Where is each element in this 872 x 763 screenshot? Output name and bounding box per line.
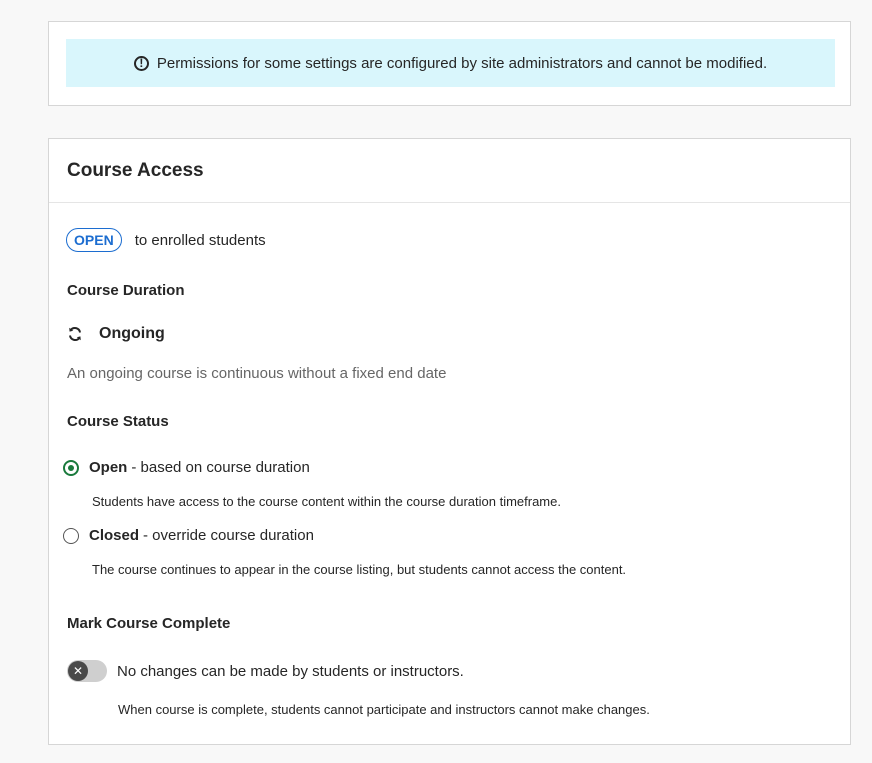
mark-complete-help: When course is complete, students cannot… — [118, 702, 650, 717]
card-header: Course Access — [49, 139, 850, 203]
status-suffix: to enrolled students — [134, 231, 266, 249]
radio-closed[interactable] — [63, 527, 79, 544]
access-status-row: OPEN to enrolled students — [66, 228, 266, 252]
duration-description: An ongoing course is continuous without … — [67, 365, 447, 382]
refresh-icon — [69, 327, 81, 341]
duration-value-row: Ongoing — [67, 325, 165, 343]
permissions-notice-card: ! Permissions for some settings are conf… — [48, 21, 851, 106]
mark-complete-heading: Mark Course Complete — [67, 615, 231, 632]
status-badge: OPEN — [66, 228, 122, 252]
status-option-open[interactable]: Open - based on course duration — [63, 459, 310, 476]
mark-complete-toggle-text: No changes can be made by students or in… — [117, 662, 464, 680]
notice-text: Permissions for some settings are config… — [156, 54, 768, 72]
radio-closed-label: Closed — [89, 527, 140, 544]
card-title: Course Access — [67, 159, 204, 181]
duration-value: Ongoing — [99, 325, 165, 342]
radio-closed-suffix: - override course duration — [143, 527, 314, 544]
mark-complete-toggle[interactable]: ✕ — [67, 660, 107, 682]
close-icon: ✕ — [68, 661, 88, 681]
course-status-heading: Course Status — [67, 413, 169, 430]
radio-open[interactable] — [63, 459, 79, 476]
radio-open-suffix: - based on course duration — [131, 459, 310, 476]
mark-complete-row: ✕ No changes can be made by students or … — [67, 660, 464, 682]
radio-closed-help: The course continues to appear in the co… — [92, 562, 627, 577]
permissions-notice: ! Permissions for some settings are conf… — [66, 39, 835, 87]
radio-open-label: Open — [89, 459, 128, 476]
radio-open-help: Students have access to the course conte… — [92, 494, 561, 509]
status-option-closed[interactable]: Closed - override course duration — [63, 527, 314, 544]
info-icon: ! — [133, 55, 149, 71]
course-access-card: Course Access OPEN to enrolled students … — [48, 138, 851, 745]
course-duration-heading: Course Duration — [67, 282, 185, 299]
